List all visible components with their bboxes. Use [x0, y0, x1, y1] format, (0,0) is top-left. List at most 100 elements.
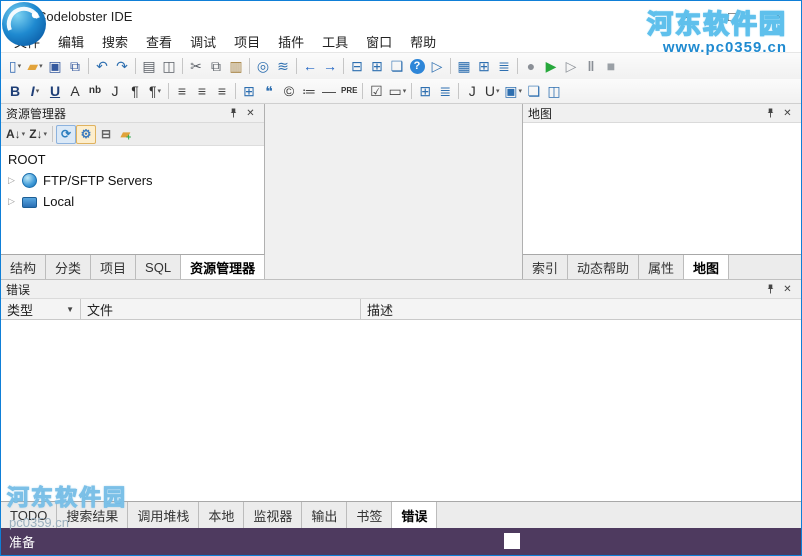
errors-close-button[interactable]: ✕ [779, 281, 796, 297]
expander-icon[interactable]: ▷ [8, 175, 22, 186]
save-icon[interactable]: ▣ [45, 55, 65, 77]
forward-icon[interactable]: → [320, 55, 340, 77]
script-icon[interactable]: J [462, 80, 482, 102]
align-left-icon[interactable]: ≡ [172, 80, 192, 102]
menu-item-3[interactable]: 搜索 [93, 30, 137, 53]
explorer-tab-2[interactable]: 分类 [46, 255, 92, 279]
menu-item-5[interactable]: 调试 [181, 30, 225, 53]
bottom-tab-6[interactable]: 输出 [302, 502, 348, 528]
print-icon[interactable]: ▤ [139, 55, 159, 77]
copy-icon[interactable]: ⧉ [206, 55, 226, 77]
collapse-all-icon[interactable]: ⊟ [96, 125, 116, 144]
explorer-tab-3[interactable]: 项目 [91, 255, 137, 279]
highlight-icon[interactable]: ▣ ▾ [502, 80, 524, 102]
refresh-icon[interactable]: ⟳ [56, 124, 77, 144]
run-debug-icon[interactable]: ▶ [541, 55, 561, 77]
menu-item-9[interactable]: 窗口 [357, 30, 401, 53]
find-icon[interactable]: ◎ [253, 55, 273, 77]
italic-icon[interactable]: I ▾ [25, 80, 45, 102]
map-pin-button[interactable] [762, 105, 779, 121]
undo-icon[interactable]: ↶ [92, 55, 112, 77]
pre-icon[interactable]: PRE [339, 80, 359, 102]
comment-icon[interactable]: ❝ [259, 80, 279, 102]
error-column-file[interactable]: 文件 [81, 299, 361, 319]
bottom-tab-4[interactable]: 本地 [199, 502, 245, 528]
error-column-description[interactable]: 描述 [361, 299, 801, 319]
list-view-icon[interactable]: ≣ [494, 55, 514, 77]
menu-item-7[interactable]: 插件 [269, 30, 313, 53]
map-tab-3[interactable]: 属性 [639, 255, 685, 279]
step-icon[interactable]: ▷ [561, 55, 581, 77]
paragraph-icon[interactable]: ¶ [125, 80, 145, 102]
explorer-tab-4[interactable]: SQL [136, 255, 182, 279]
nbsp-icon[interactable]: nb [85, 80, 105, 102]
record-icon[interactable]: ● [521, 55, 541, 77]
paragraph-style-icon[interactable]: ¶ ▾ [145, 80, 165, 102]
grid-icon[interactable]: ⊞ [415, 80, 435, 102]
explorer-pin-button[interactable] [225, 105, 242, 121]
table-icon[interactable]: ⊞ [239, 80, 259, 102]
align-right-icon[interactable]: ≡ [212, 80, 232, 102]
new-folder-icon[interactable]: ▰ + [116, 125, 136, 144]
font-icon[interactable]: A [65, 80, 85, 102]
run-in-browser-icon[interactable]: ▷ [427, 55, 447, 77]
rows-icon[interactable]: ≣ [435, 80, 455, 102]
bottom-tab-5[interactable]: 监视器 [244, 502, 303, 528]
menu-item-2[interactable]: 编辑 [49, 30, 93, 53]
menu-item-4[interactable]: 查看 [137, 30, 181, 53]
anchor-icon[interactable]: J [105, 80, 125, 102]
link-underline-icon[interactable]: U ▾ [482, 80, 502, 102]
browser-window-icon[interactable]: ❏ [387, 55, 407, 77]
split-vertical-icon[interactable]: ⊞ [367, 55, 387, 77]
bottom-tab-3[interactable]: 调用堆栈 [128, 502, 200, 528]
map-tab-4[interactable]: 地图 [684, 255, 730, 279]
checkbox-icon[interactable]: ☑ [366, 80, 386, 102]
cut-icon[interactable]: ✂ [186, 55, 206, 77]
stop-icon[interactable]: ■ [601, 55, 621, 77]
dropdown-list-icon[interactable]: ▭ ▾ [386, 80, 408, 102]
horizontal-rule-icon[interactable]: — [319, 80, 339, 102]
menu-item-1[interactable]: 文件 [5, 30, 49, 53]
split-horizontal-icon[interactable]: ⊟ [347, 55, 367, 77]
explorer-tab-1[interactable]: 结构 [1, 255, 47, 279]
menu-item-8[interactable]: 工具 [313, 30, 357, 53]
save-all-icon[interactable]: ⧉ [65, 55, 85, 77]
paste-icon[interactable]: ▥ [226, 55, 246, 77]
help-icon[interactable]: ? [407, 55, 427, 77]
sort-descending-icon[interactable]: Z↓ ▾ [27, 125, 49, 144]
maximize-button[interactable]: □ [709, 1, 755, 31]
errors-pin-button[interactable] [762, 281, 779, 297]
map-tab-1[interactable]: 索引 [523, 255, 569, 279]
error-column-type[interactable]: 类型 ▼ [1, 299, 81, 319]
bottom-tab-1[interactable]: TODO [1, 502, 58, 528]
map-tab-2[interactable]: 动态帮助 [568, 255, 640, 279]
map-close-button[interactable]: ✕ [779, 105, 796, 121]
menu-item-6[interactable]: 项目 [225, 30, 269, 53]
back-icon[interactable]: ← [300, 55, 320, 77]
copyright-icon[interactable]: © [279, 80, 299, 102]
print-preview-icon[interactable]: ◫ [159, 55, 179, 77]
sort-ascending-icon[interactable]: A↓ ▾ [4, 125, 27, 144]
bold-icon[interactable]: B [5, 80, 25, 102]
settings-gear-icon[interactable]: ⚙ [76, 124, 97, 144]
bottom-tab-7[interactable]: 书签 [347, 502, 393, 528]
frame-icon[interactable]: ❏ [524, 80, 544, 102]
panels-icon[interactable]: ▦ [454, 55, 474, 77]
pause-icon[interactable]: ‖ [581, 55, 601, 77]
special-chars-icon[interactable]: ≋ [273, 55, 293, 77]
redo-icon[interactable]: ↷ [112, 55, 132, 77]
expander-icon[interactable]: ▷ [8, 196, 22, 207]
align-center-icon[interactable]: ≡ [192, 80, 212, 102]
minimize-button[interactable]: – [663, 1, 709, 31]
tree-item-2[interactable]: ▷ FTP/SFTP Servers [1, 170, 264, 191]
tree-item-3[interactable]: ▷ Local [1, 191, 264, 212]
open-folder-icon[interactable]: ▰ ▾ [25, 55, 45, 77]
new-file-icon[interactable]: ▯ ▾ [5, 55, 25, 77]
table-view-icon[interactable]: ⊞ [474, 55, 494, 77]
filter-dropdown-icon[interactable]: ▼ [66, 305, 74, 314]
close-button[interactable]: ✕ [755, 1, 801, 31]
bottom-tab-8[interactable]: 错误 [392, 502, 438, 528]
split-icon[interactable]: ◫ [544, 80, 564, 102]
menu-item-10[interactable]: 帮助 [401, 30, 445, 53]
underline-icon[interactable]: U [45, 80, 65, 102]
